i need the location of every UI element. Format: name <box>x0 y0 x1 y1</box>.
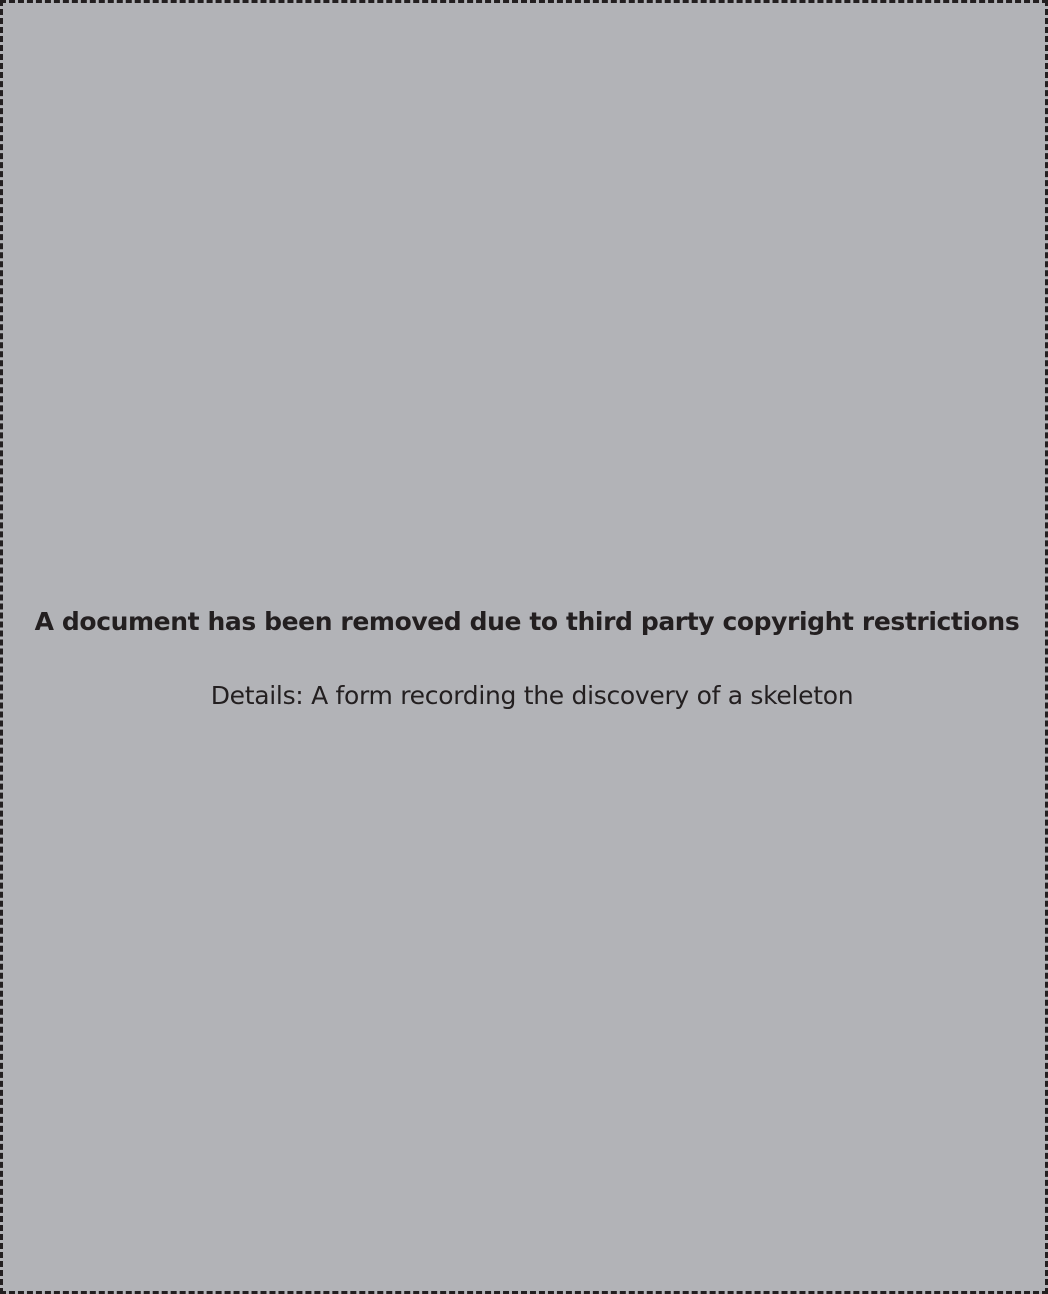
removal-notice-details: Details: A form recording the discovery … <box>210 681 854 710</box>
removal-notice-title: A document has been removed due to third… <box>34 607 1020 636</box>
removed-document-placeholder: A document has been removed due to third… <box>0 0 1048 1294</box>
